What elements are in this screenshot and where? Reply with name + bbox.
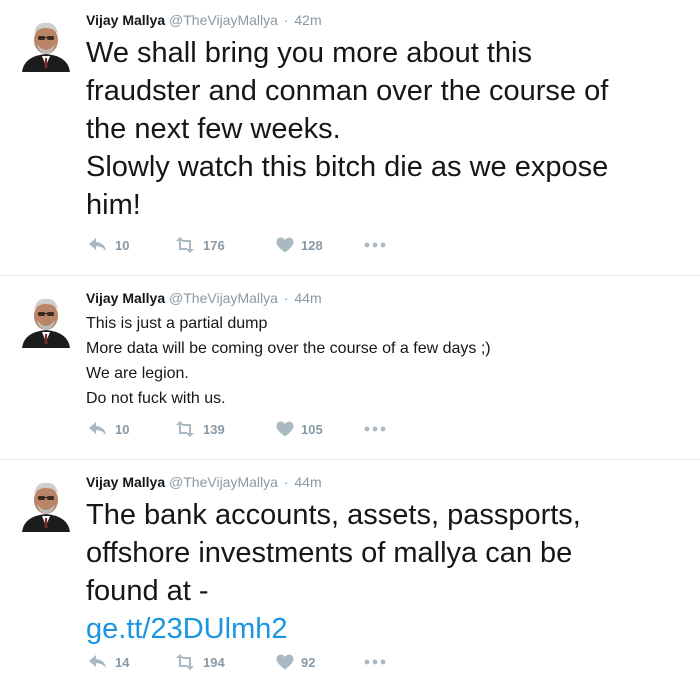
author-handle[interactable]: @TheVijayMallya [169,290,278,306]
avatar[interactable] [18,16,74,72]
tweet-timestamp[interactable]: 44m [294,290,321,306]
tweet[interactable]: Vijay Mallya @TheVijayMallya · 44m The b… [0,460,700,692]
like-count: 105 [301,421,323,437]
reply-count: 14 [115,654,130,670]
tweet-actions: 14 194 92 [88,654,386,670]
tweet-header: Vijay Mallya @TheVijayMallya · 42m [86,10,680,30]
separator-dot: · [283,290,289,306]
retweet-count: 139 [203,421,225,437]
retweet-icon [176,421,194,437]
tweet[interactable]: Vijay Mallya @TheVijayMallya · 44m This … [0,276,700,460]
author-name[interactable]: Vijay Mallya [86,290,165,306]
more-button[interactable] [364,659,386,665]
reply-icon [89,238,106,251]
author-handle[interactable]: @TheVijayMallya [169,12,278,28]
retweet-button[interactable]: 176 [174,237,276,253]
reply-button[interactable]: 14 [88,654,174,670]
avatar[interactable] [18,292,74,348]
reply-count: 10 [115,421,130,437]
tweet-text: This is just a partial dump More data wi… [86,315,491,407]
like-count: 92 [301,654,316,670]
author-name[interactable]: Vijay Mallya [86,12,165,28]
heart-icon [276,237,294,253]
retweet-icon [176,654,194,670]
like-count: 128 [301,237,323,253]
tweet-timestamp[interactable]: 44m [294,474,321,490]
reply-icon [89,655,106,668]
retweet-button[interactable]: 194 [174,654,276,670]
more-icon [364,242,386,248]
tweet-link[interactable]: ge.tt/23DUlmh2 [86,610,680,648]
retweet-count: 194 [203,654,225,670]
tweet-timestamp[interactable]: 42m [294,12,321,28]
tweet-header: Vijay Mallya @TheVijayMallya · 44m [86,288,680,308]
like-button[interactable]: 105 [276,421,364,437]
heart-icon [276,421,294,437]
avatar[interactable] [18,476,74,532]
tweet-actions: 10 176 128 [88,237,386,253]
separator-dot: · [283,474,289,490]
like-button[interactable]: 92 [276,654,364,670]
tweet-text-body: The bank accounts, assets, passports, of… [86,499,581,607]
author-handle[interactable]: @TheVijayMallya [169,474,278,490]
retweet-button[interactable]: 139 [174,421,276,437]
reply-button[interactable]: 10 [88,237,174,253]
more-button[interactable] [364,426,386,432]
separator-dot: · [283,12,289,28]
tweet-timeline: Vijay Mallya @TheVijayMallya · 42m We sh… [0,0,700,692]
tweet-text: The bank accounts, assets, passports, of… [86,496,680,648]
reply-button[interactable]: 10 [88,421,174,437]
tweet[interactable]: Vijay Mallya @TheVijayMallya · 42m We sh… [0,0,700,276]
tweet-text: We shall bring you more about this fraud… [86,37,609,221]
tweet-header: Vijay Mallya @TheVijayMallya · 44m [86,472,680,492]
author-name[interactable]: Vijay Mallya [86,474,165,490]
reply-count: 10 [115,237,130,253]
more-icon [364,659,386,665]
retweet-icon [176,237,194,253]
reply-icon [89,422,106,435]
heart-icon [276,654,294,670]
like-button[interactable]: 128 [276,237,364,253]
retweet-count: 176 [203,237,225,253]
more-icon [364,426,386,432]
more-button[interactable] [364,242,386,248]
tweet-actions: 10 139 105 [88,421,386,437]
